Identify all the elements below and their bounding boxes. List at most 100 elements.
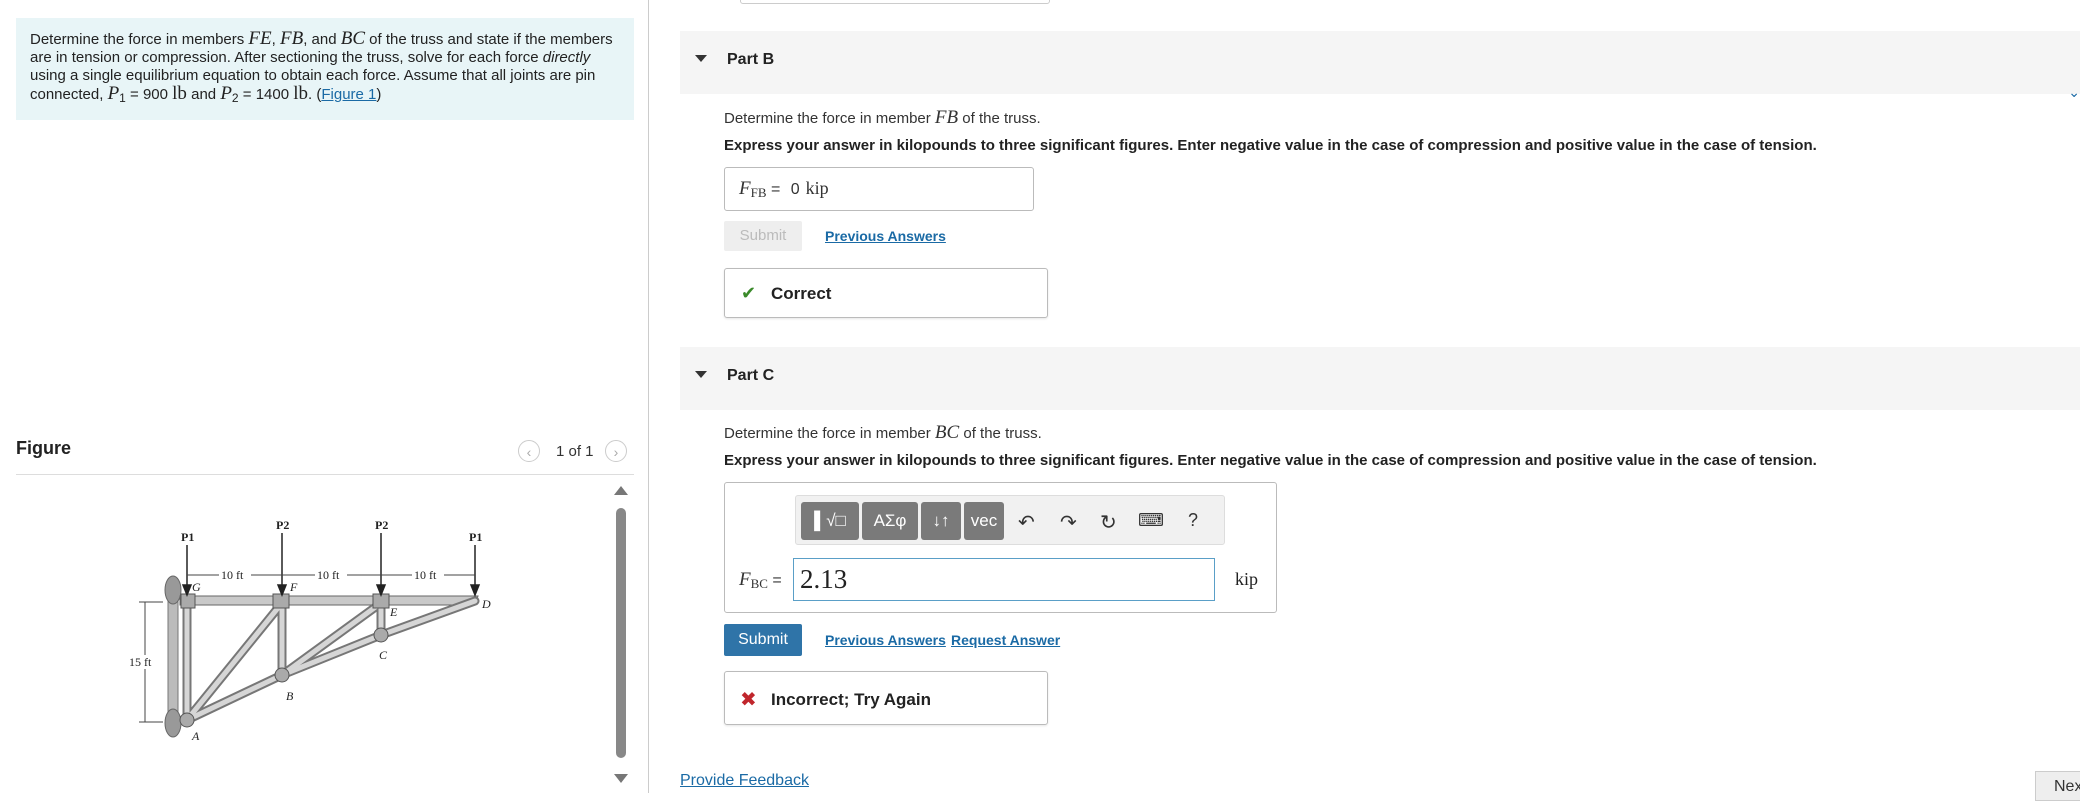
answer-value: 0 — [790, 181, 800, 198]
unit-lb: lb — [293, 83, 309, 104]
member-fe: FE — [248, 28, 272, 49]
problem-text: . ( — [308, 86, 322, 103]
prompt-text: of the truss. — [958, 110, 1041, 127]
part-c-prompt: Determine the force in member BC of the … — [724, 422, 1042, 444]
figure-prev-button[interactable]: ‹ — [518, 440, 540, 462]
joint-e-label: E — [389, 605, 398, 619]
p1-subscript: 1 — [119, 91, 126, 105]
problem-text: , and — [303, 31, 341, 48]
x-icon: ✖ — [740, 689, 757, 711]
part-c-answer-box: ▌√□ ΑΣφ ↓↑ vec ↶ ↷ ↻ ⌨ ? FBC = 2.13 kip — [724, 482, 1277, 613]
scroll-up-icon[interactable] — [614, 486, 628, 495]
problem-text: , — [271, 31, 280, 48]
previous-part-box — [740, 0, 1050, 4]
caret-down-icon — [695, 371, 707, 378]
scroll-thumb[interactable] — [616, 508, 626, 758]
member-fb: FB — [279, 28, 304, 49]
part-b-feedback: ✔ Correct — [724, 268, 1048, 318]
undo-icon[interactable]: ↶ — [1018, 510, 1035, 535]
answer-variable: F — [739, 569, 751, 590]
part-b-submit-button[interactable]: Submit — [724, 221, 802, 251]
check-icon: ✔ — [741, 283, 757, 303]
reset-icon[interactable]: ↻ — [1100, 510, 1117, 535]
p1-symbol: P — [107, 83, 120, 104]
figure-next-button[interactable]: › — [605, 440, 627, 462]
height-dimension-label: 15 ft — [129, 655, 152, 669]
part-c-header[interactable]: Part C — [680, 347, 2080, 410]
part-c-previous-answers-link[interactable]: Previous Answers — [825, 632, 946, 648]
truss-figure: P1 P2 P2 P1 10 ft 10 ft 10 ft 15 ft G F … — [127, 518, 491, 743]
problem-text: ) — [376, 86, 382, 103]
load-p1-right-label: P1 — [469, 530, 482, 544]
member-fb: FB — [934, 107, 959, 128]
answer-label: FBC = — [739, 569, 782, 592]
prompt-text: Determine the force in member — [724, 425, 935, 442]
load-p1-left-label: P1 — [181, 530, 194, 544]
joint-f-label: F — [289, 580, 298, 594]
dimension-label: 10 ft — [317, 568, 340, 582]
p2-symbol: P — [220, 83, 232, 104]
vector-button[interactable]: vec — [964, 502, 1004, 540]
problem-statement: Determine the force in members FE, FB, a… — [16, 18, 634, 120]
chevron-down-icon[interactable]: ⌄ — [2068, 84, 2080, 101]
prompt-text: of the truss. — [959, 425, 1042, 442]
figure-title: Figure — [16, 438, 72, 458]
request-answer-link[interactable]: Request Answer — [951, 632, 1060, 648]
dimension-label: 10 ft — [221, 568, 244, 582]
answer-variable: F — [739, 178, 751, 199]
part-c-submit-button[interactable]: Submit — [724, 624, 802, 656]
p1-value: = 900 — [125, 86, 173, 103]
equals-sign: = — [766, 181, 785, 198]
divider — [16, 474, 634, 475]
joint-g-label: G — [192, 580, 201, 594]
arrows-button[interactable]: ↓↑ — [921, 502, 961, 540]
answer-input[interactable]: 2.13 — [793, 558, 1215, 601]
chevron-left-icon: ‹ — [526, 444, 532, 460]
member-bc: BC — [934, 422, 960, 443]
answer-variable-subscript: FB — [750, 185, 767, 200]
p2-subscript: 2 — [231, 91, 239, 105]
figure-counter: 1 of 1 — [556, 443, 594, 460]
unit-lb: lb — [172, 83, 187, 104]
part-b-prompt: Determine the force in member FB of the … — [724, 107, 1041, 129]
p2-value: = 1400 — [238, 86, 294, 103]
chevron-right-icon: › — [613, 444, 619, 460]
keyboard-icon[interactable]: ⌨ — [1138, 510, 1164, 531]
equals-sign: = — [767, 572, 782, 589]
part-c-feedback: ✖ Incorrect; Try Again — [724, 671, 1048, 725]
answer-unit: kip — [805, 178, 829, 198]
load-p2-left-label: P2 — [276, 518, 289, 532]
part-b-header[interactable]: Part B — [680, 31, 2080, 94]
feedback-text: Incorrect; Try Again — [771, 690, 931, 709]
redo-icon[interactable]: ↷ — [1060, 510, 1077, 535]
answer-unit: kip — [1235, 569, 1259, 589]
dimension-label: 10 ft — [414, 568, 437, 582]
answer-variable-subscript: BC — [750, 576, 768, 591]
joint-b-label: B — [286, 689, 294, 703]
math-toolbar: ▌√□ ΑΣφ ↓↑ vec ↶ ↷ ↻ ⌨ ? — [795, 495, 1225, 545]
problem-text: and — [186, 86, 221, 103]
part-b-previous-answers-link[interactable]: Previous Answers — [825, 228, 946, 244]
figure-link[interactable]: Figure 1 — [321, 86, 376, 103]
member-bc: BC — [340, 28, 366, 49]
problem-text-emphasis: directly — [542, 49, 591, 66]
load-p2-right-label: P2 — [375, 518, 388, 532]
prompt-text: Determine the force in member — [724, 110, 935, 127]
joint-d-label: D — [481, 597, 491, 611]
greek-symbols-button[interactable]: ΑΣφ — [862, 502, 918, 540]
part-c-title: Part C — [727, 367, 775, 384]
figure-scrollbar[interactable] — [614, 486, 628, 786]
next-button[interactable]: Next — [2035, 771, 2080, 801]
provide-feedback-link[interactable]: Provide Feedback — [680, 772, 809, 790]
part-b-instructions: Express your answer in kilopounds to thr… — [724, 137, 1817, 154]
feedback-text: Correct — [771, 284, 832, 303]
templates-button[interactable]: ▌√□ — [801, 502, 859, 540]
scroll-down-icon[interactable] — [614, 774, 628, 783]
part-c-instructions: Express your answer in kilopounds to thr… — [724, 452, 1817, 469]
caret-down-icon — [695, 55, 707, 62]
joint-a-label: A — [191, 729, 200, 743]
panel-divider — [648, 0, 649, 793]
help-icon[interactable]: ? — [1188, 510, 1198, 531]
part-b-title: Part B — [727, 51, 775, 68]
problem-text: Determine the force in members — [30, 31, 249, 48]
